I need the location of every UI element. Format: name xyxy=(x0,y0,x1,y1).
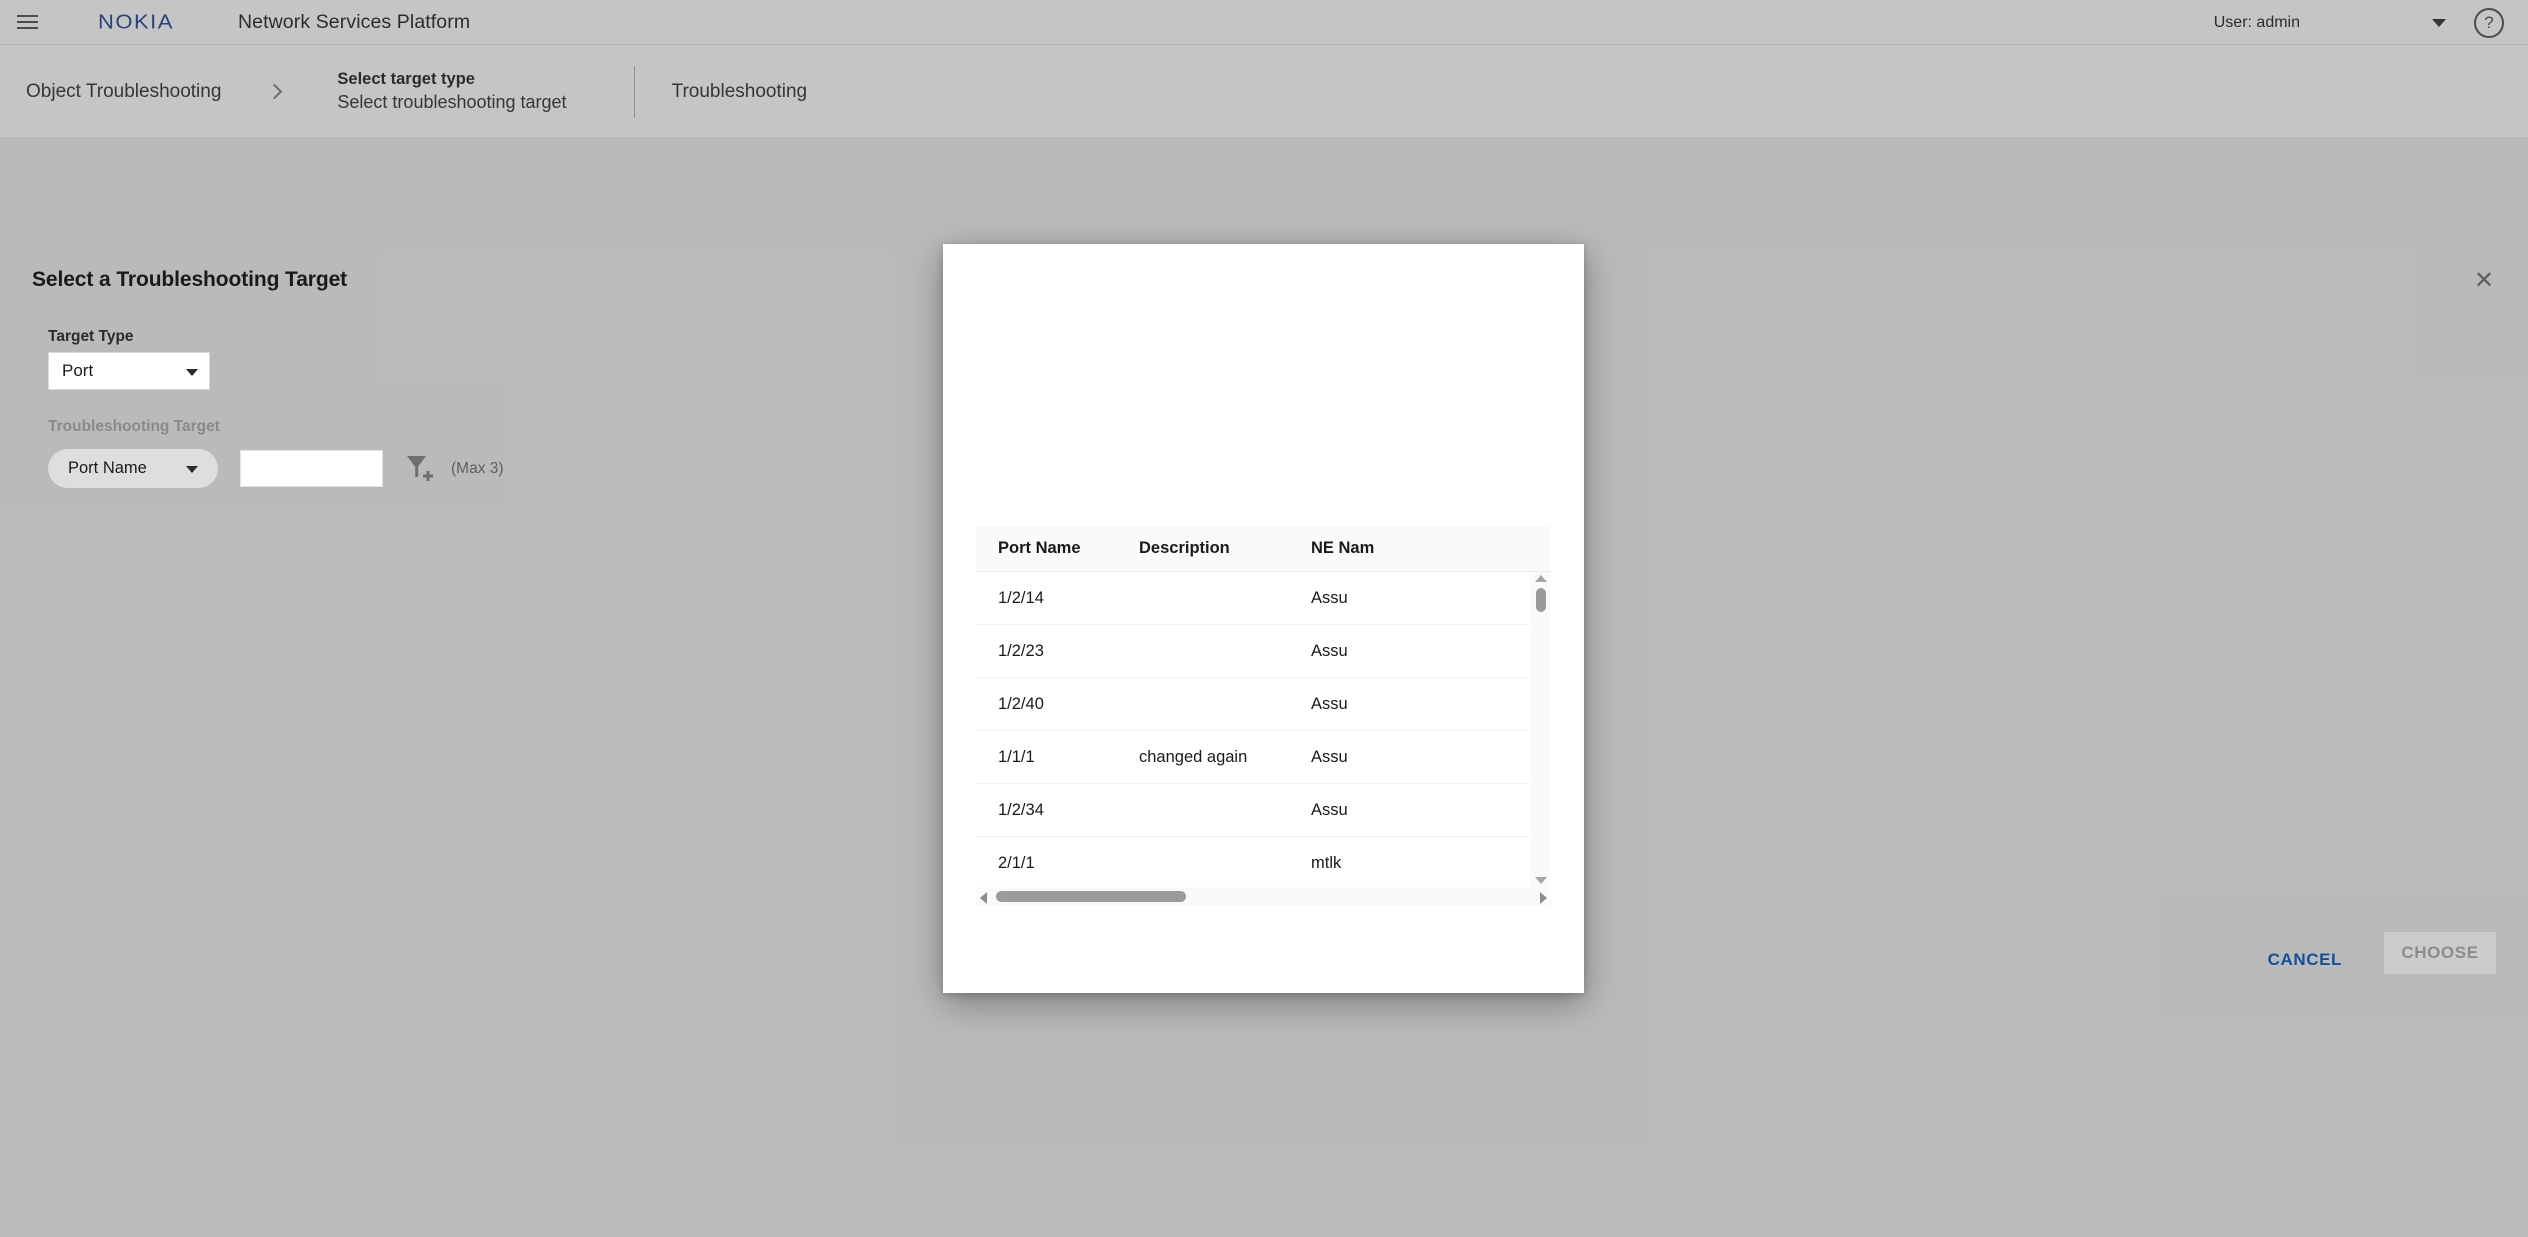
filter-max-note: (Max 3) xyxy=(451,460,504,478)
troubleshooting-target-label: Troubleshooting Target xyxy=(48,418,220,436)
filter-row: Port Name (Max 3) xyxy=(48,449,504,488)
target-type-value: Port xyxy=(62,361,93,381)
filter-attribute-select[interactable]: Port Name xyxy=(48,449,218,488)
table-row[interactable]: 1/1/1 changed again Assu xyxy=(976,731,1551,784)
filter-value-input[interactable] xyxy=(240,450,383,487)
dialog-title: Select a Troubleshooting Target xyxy=(32,268,347,292)
target-type-select[interactable]: Port xyxy=(48,352,210,390)
cancel-button[interactable]: CANCEL xyxy=(2254,940,2356,980)
cell-ne-name: Assu xyxy=(1311,695,1551,714)
table-vertical-scrollbar[interactable] xyxy=(1530,572,1551,887)
cell-port-name: 1/2/40 xyxy=(976,695,1139,714)
column-header-description[interactable]: Description xyxy=(1139,539,1311,558)
cell-ne-name: mtlk xyxy=(1311,854,1551,873)
table-row[interactable]: 1/2/14 Assu xyxy=(976,572,1551,625)
filter-add-icon[interactable] xyxy=(405,452,435,486)
triangle-up-icon[interactable] xyxy=(1535,575,1547,582)
table-header-row: Port Name Description NE Nam xyxy=(976,526,1551,572)
cell-description: changed again xyxy=(1139,748,1311,767)
triangle-down-icon[interactable] xyxy=(1535,877,1547,884)
close-icon[interactable]: ✕ xyxy=(2468,264,2500,296)
table-row[interactable]: 1/2/40 Assu xyxy=(976,678,1551,731)
cell-port-name: 1/2/34 xyxy=(976,801,1139,820)
cell-port-name: 1/2/14 xyxy=(976,589,1139,608)
cell-ne-name: Assu xyxy=(1311,589,1551,608)
cell-ne-name: Assu xyxy=(1311,748,1551,767)
filter-attribute-value: Port Name xyxy=(68,459,147,478)
table-row[interactable]: 1/2/23 Assu xyxy=(976,625,1551,678)
table-row[interactable]: 2/1/1 mtlk xyxy=(976,837,1551,887)
column-header-port-name[interactable]: Port Name xyxy=(976,539,1139,558)
cell-ne-name: Assu xyxy=(1311,801,1551,820)
cell-port-name: 2/1/1 xyxy=(976,854,1139,873)
cell-port-name: 1/2/23 xyxy=(976,642,1139,661)
table-horizontal-scrollbar[interactable] xyxy=(976,887,1551,906)
cell-port-name: 1/1/1 xyxy=(976,748,1139,767)
triangle-right-icon[interactable] xyxy=(1540,892,1547,904)
cell-ne-name: Assu xyxy=(1311,642,1551,661)
chevron-down-icon xyxy=(186,466,198,473)
target-table: Port Name Description NE Nam 1/2/14 Assu… xyxy=(976,526,1551,887)
horizontal-scroll-thumb[interactable] xyxy=(996,891,1186,902)
choose-button: CHOOSE xyxy=(2384,932,2496,974)
column-header-ne-name[interactable]: NE Nam xyxy=(1311,539,1551,558)
triangle-left-icon[interactable] xyxy=(980,892,987,904)
table-row[interactable]: 1/2/34 Assu xyxy=(976,784,1551,837)
vertical-scroll-thumb[interactable] xyxy=(1536,588,1546,612)
chevron-down-icon xyxy=(186,369,198,376)
target-type-label: Target Type xyxy=(48,328,134,346)
